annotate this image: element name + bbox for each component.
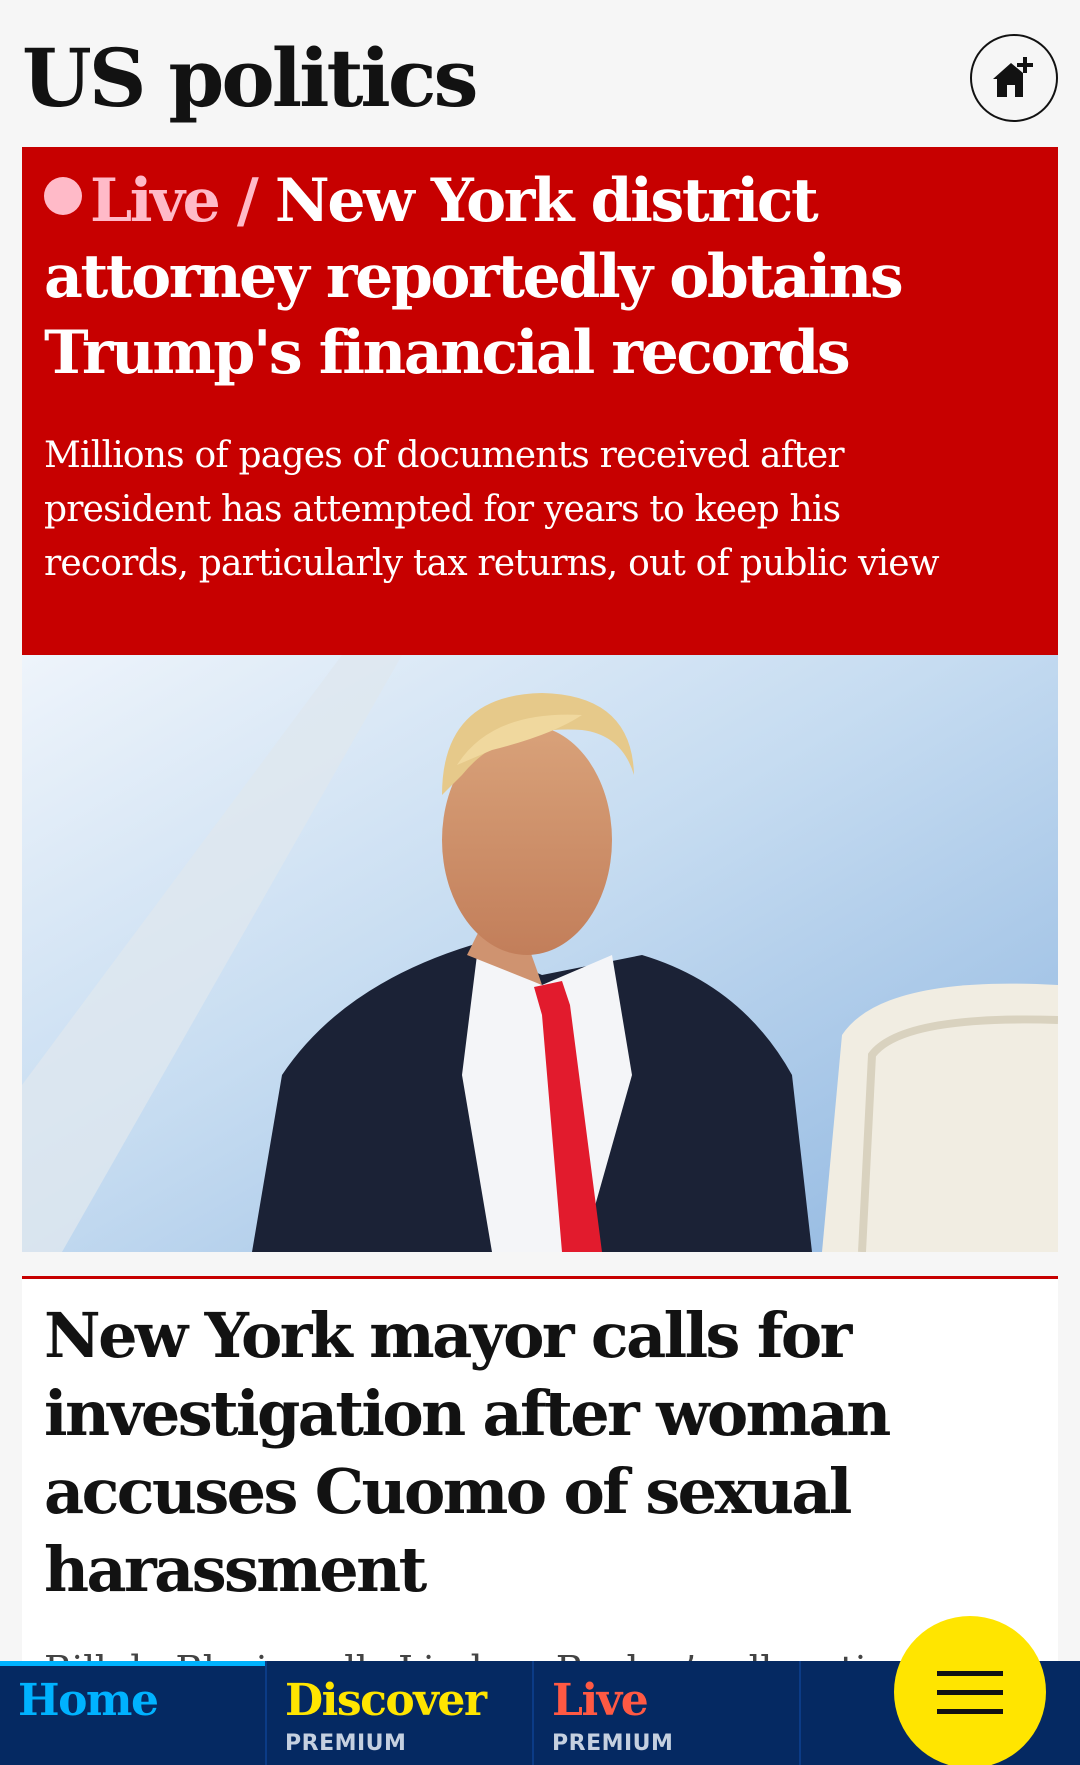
- menu-button[interactable]: [894, 1616, 1046, 1765]
- tab-discover-premium: PREMIUM: [285, 1731, 407, 1756]
- live-kicker: Live /: [90, 166, 259, 236]
- add-to-home-button[interactable]: [970, 34, 1058, 122]
- hamburger-menu-icon: [937, 1670, 1003, 1676]
- article-headline: New York mayor calls for investigation a…: [44, 1299, 891, 1606]
- home-plus-icon: [993, 57, 1033, 97]
- article-hero-image[interactable]: [22, 655, 1058, 1252]
- tab-live-premium: PREMIUM: [552, 1731, 674, 1756]
- tab-home[interactable]: Home: [0, 1661, 267, 1765]
- hamburger-menu-icon: [937, 1708, 1003, 1714]
- live-standfirst: Millions of pages of documents received …: [44, 435, 940, 584]
- live-article-card[interactable]: Live / New York district attorney report…: [22, 147, 1058, 655]
- live-headline: Live / New York district attorney report…: [44, 163, 1036, 391]
- page-header: US politics: [0, 0, 1080, 148]
- tab-home-label: Home: [18, 1675, 159, 1726]
- tab-live-label: Live: [552, 1675, 649, 1726]
- tab-live[interactable]: Live PREMIUM: [534, 1661, 801, 1765]
- tab-home-active-bar: [0, 1661, 265, 1666]
- live-pulse-dot-icon: [44, 177, 82, 215]
- tab-discover-label: Discover: [285, 1675, 487, 1726]
- photo-man-in-suit-red-tie: [22, 655, 1058, 1252]
- section-title: US politics: [22, 31, 479, 125]
- tab-discover[interactable]: Discover PREMIUM: [267, 1661, 534, 1765]
- hamburger-menu-icon: [937, 1689, 1003, 1695]
